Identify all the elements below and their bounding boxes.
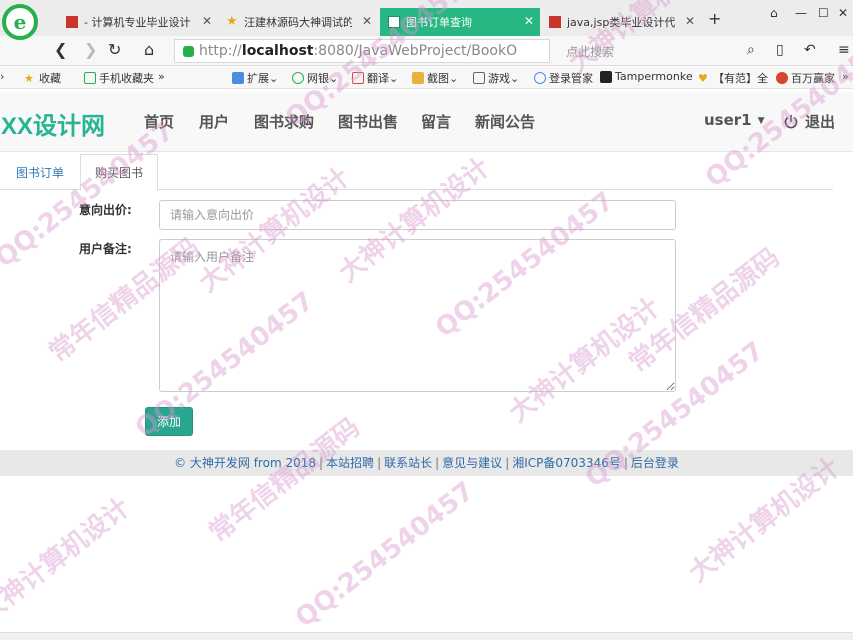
- footer-link-contact[interactable]: 联系站长: [384, 456, 432, 470]
- red-square-icon: [549, 16, 561, 28]
- star-icon: ★: [226, 14, 238, 29]
- watermark-text: QQ:254540457: [290, 476, 480, 634]
- site-navbar: XX设计网 首页 用户 图书求购 图书出售 留言 新闻公告 user1 ▼ 退出: [0, 92, 853, 152]
- browser-status-bar: [0, 632, 853, 640]
- browser-tab-4[interactable]: java,jsp类毕业设计代 ✕: [541, 8, 701, 36]
- bookmarks-more[interactable]: »: [158, 70, 165, 83]
- grid-icon: [232, 72, 244, 84]
- bookmark-login[interactable]: 登录管家: [534, 70, 593, 86]
- browser-logo-icon: e: [2, 4, 38, 40]
- caret-down-icon: ▼: [757, 115, 765, 126]
- bookmarks-bar: › ★ 收藏 手机收藏夹 » 扩展 ⌄ 网银 ⌄ 翻译 ⌄ 截图 ⌄ 游戏 ⌄ 登…: [0, 67, 853, 89]
- bookmark-translate[interactable]: 翻译 ⌄: [352, 70, 398, 86]
- doc-icon: [388, 16, 400, 28]
- nav-book-wanted[interactable]: 图书求购: [254, 111, 314, 132]
- price-label: 意向出价:: [79, 203, 132, 217]
- memo-textarea[interactable]: [159, 239, 676, 392]
- red-square-icon: [66, 16, 78, 28]
- nav-news[interactable]: 新闻公告: [475, 111, 535, 132]
- nav-messages[interactable]: 留言: [421, 111, 451, 132]
- window-close-icon[interactable]: ✕: [838, 6, 848, 20]
- footer-link-jobs[interactable]: 本站招聘: [326, 456, 374, 470]
- price-input[interactable]: [159, 200, 676, 230]
- skin-icon[interactable]: ⌂: [770, 6, 778, 20]
- footer-icp[interactable]: 湘ICP备0703346号: [512, 456, 621, 470]
- phone-icon[interactable]: ▯: [776, 42, 784, 58]
- nav-users[interactable]: 用户: [199, 111, 229, 132]
- address-bar[interactable]: http://localhost:8080/JavaWebProject/Boo…: [174, 39, 550, 63]
- browser-toolbar: ❮ ❯ ↻ ⌂ http://localhost:8080/JavaWebPro…: [0, 36, 853, 66]
- browser-tab-2[interactable]: ★ 汪建林源码大神调试的 ✕: [218, 8, 378, 36]
- home-icon[interactable]: ⌂: [144, 40, 154, 59]
- browser-tab-3[interactable]: 图书订单查询 ✕: [380, 8, 540, 36]
- key-icon: [534, 72, 546, 84]
- bookmark-screenshot[interactable]: 截图 ⌄: [412, 70, 458, 86]
- logout-button[interactable]: 退出: [783, 111, 835, 132]
- bookmark-games[interactable]: 游戏 ⌄: [473, 70, 519, 86]
- bookmark-bank[interactable]: 网银 ⌄: [292, 70, 338, 86]
- coin-icon: [776, 72, 788, 84]
- search-box[interactable]: 点此搜索: [556, 39, 766, 63]
- power-icon: [784, 114, 798, 128]
- star-icon: ★: [24, 72, 34, 85]
- site-footer: © 大神开发网 from 2018 | 本站招聘 | 联系站长 | 意见与建议 | 湘ICP备0…: [0, 450, 853, 476]
- translate-icon: [352, 72, 364, 84]
- tab-book-orders[interactable]: 图书订单: [0, 154, 80, 190]
- add-button[interactable]: 添加: [145, 407, 193, 436]
- undo-icon[interactable]: ↶: [804, 42, 816, 58]
- close-icon[interactable]: ✕: [202, 14, 212, 28]
- phone-icon: [84, 72, 96, 84]
- footer-link-admin[interactable]: 后台登录: [631, 456, 679, 470]
- close-icon[interactable]: ✕: [362, 14, 372, 28]
- nav-home[interactable]: 首页: [144, 111, 174, 132]
- minimize-icon[interactable]: —: [795, 6, 807, 20]
- scissors-icon: [412, 72, 424, 84]
- bookmark-mobile[interactable]: 手机收藏夹: [84, 70, 154, 86]
- footer-copyright: © 大神开发网 from 2018: [174, 456, 316, 470]
- close-icon[interactable]: ✕: [524, 14, 534, 28]
- footer-link-feedback[interactable]: 意见与建议: [442, 456, 502, 470]
- page-tabs: 图书订单 购买图书: [0, 154, 833, 191]
- bookmark-winner[interactable]: 百万赢家: [776, 70, 835, 86]
- tampermonkey-icon: [600, 70, 612, 83]
- reload-icon[interactable]: ↻: [108, 40, 121, 59]
- heart-icon: ♥: [698, 72, 708, 85]
- tab-buy-book[interactable]: 购买图书: [80, 154, 158, 191]
- bookmark-youfan[interactable]: ♥ 【有范】全: [698, 70, 768, 86]
- user-dropdown[interactable]: user1 ▼: [704, 111, 765, 129]
- close-icon[interactable]: ✕: [685, 14, 695, 28]
- browser-tab-1[interactable]: - 计算机专业毕业设计 ✕: [58, 8, 218, 36]
- menu-icon[interactable]: ≡: [838, 42, 850, 58]
- gamepad-icon: [473, 72, 485, 84]
- watermark-text: 大神计算机设计: [0, 492, 136, 629]
- memo-label: 用户备注:: [79, 242, 132, 256]
- bookmark-tampermonkey[interactable]: Tampermonke: [600, 70, 693, 83]
- search-icon[interactable]: ⌕: [747, 42, 755, 58]
- new-tab-button[interactable]: +: [708, 9, 721, 28]
- nav-book-sale[interactable]: 图书出售: [338, 111, 398, 132]
- watermark-text: 常年信精品源码: [203, 412, 366, 549]
- brand-logo[interactable]: XX设计网: [1, 106, 105, 141]
- shield-icon: [183, 45, 194, 57]
- back-icon[interactable]: ❮: [54, 40, 67, 59]
- browser-tab-strip: e - 计算机专业毕业设计 ✕ ★ 汪建林源码大神调试的 ✕ 图书订单查询 ✕ …: [0, 0, 853, 40]
- forward-icon[interactable]: ❯: [84, 40, 97, 59]
- bookmark-extensions[interactable]: 扩展 ⌄: [232, 70, 278, 86]
- maximize-icon[interactable]: ☐: [818, 6, 829, 20]
- bookmarks-toggle[interactable]: ›: [0, 70, 4, 83]
- bookmarks-overflow[interactable]: »: [842, 70, 849, 83]
- bank-icon: [292, 72, 304, 84]
- bookmark-favorites[interactable]: ★ 收藏: [24, 70, 61, 86]
